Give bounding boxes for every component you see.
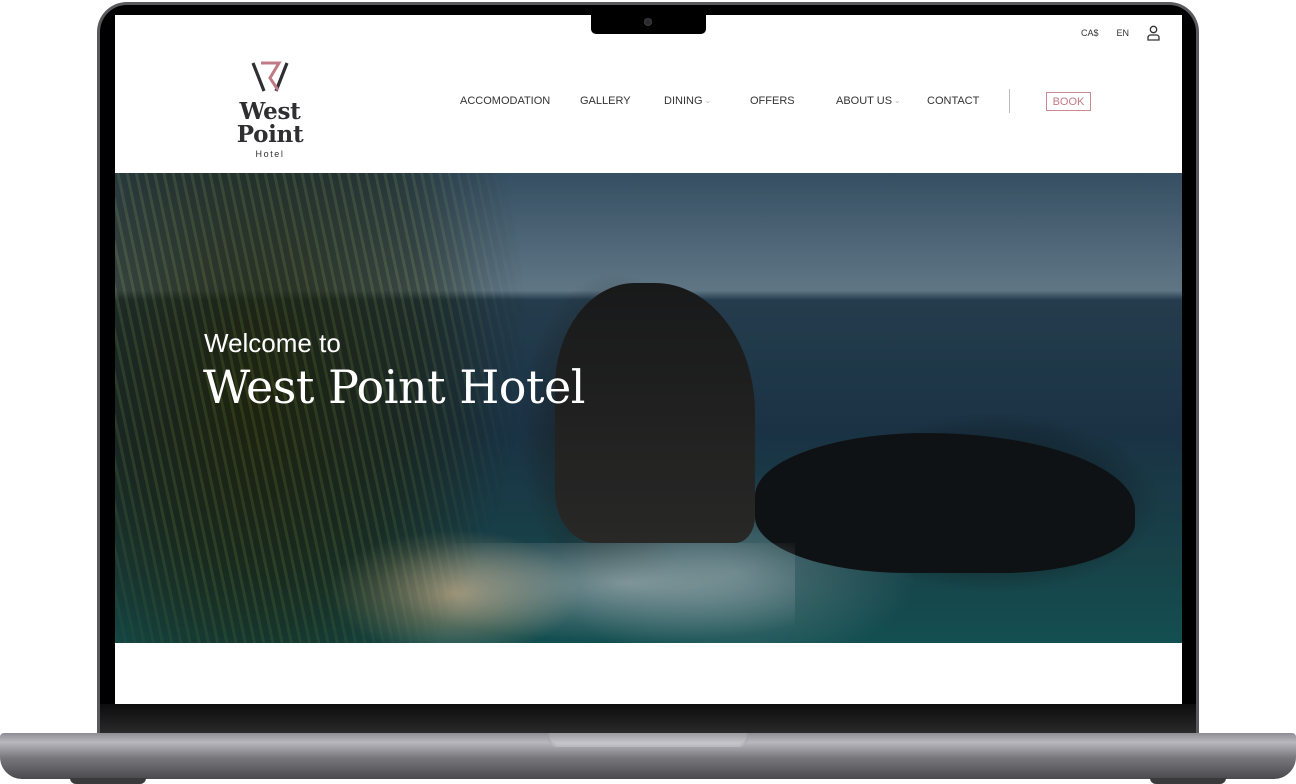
language-selector[interactable]: EN bbox=[1116, 28, 1129, 38]
nav-item-dining[interactable]: DINING ⌄ bbox=[664, 95, 711, 107]
laptop-opening-notch bbox=[548, 733, 748, 747]
nav-item-label: ABOUT US bbox=[836, 95, 893, 107]
user-icon[interactable] bbox=[1147, 25, 1160, 41]
camera-icon bbox=[644, 18, 652, 26]
nav-item-contact[interactable]: CONTACT bbox=[927, 95, 979, 107]
laptop-foot-right bbox=[1150, 778, 1226, 784]
logo-mark-icon bbox=[251, 61, 289, 92]
laptop-bezel-chin bbox=[100, 704, 1196, 734]
laptop-foot-left bbox=[70, 778, 146, 784]
utility-bar: CA$ EN bbox=[1081, 25, 1160, 41]
nav-divider bbox=[1009, 89, 1010, 113]
nav-item-label: ACCOMODATION bbox=[460, 95, 551, 107]
browser-viewport: CA$ EN West Point Hotel ACCOMODATION GAL… bbox=[115, 15, 1182, 704]
hero-welcome-text: Welcome to bbox=[204, 328, 341, 358]
nav-item-about-us[interactable]: ABOUT US ⌄ bbox=[836, 95, 901, 107]
camera-notch bbox=[591, 13, 706, 34]
nav-item-gallery[interactable]: GALLERY bbox=[580, 95, 631, 107]
book-button[interactable]: BOOK bbox=[1046, 92, 1091, 111]
chevron-down-icon: ⌄ bbox=[894, 95, 901, 105]
nav-item-label: CONTACT bbox=[927, 95, 980, 107]
nav-item-label: OFFERS bbox=[750, 95, 795, 107]
currency-selector[interactable]: CA$ bbox=[1081, 28, 1099, 38]
chevron-down-icon: ⌄ bbox=[704, 95, 712, 105]
nav-item-accomodation[interactable]: ACCOMODATION bbox=[460, 95, 550, 107]
nav-item-label: DINING bbox=[664, 95, 703, 107]
nav-item-label: GALLERY bbox=[580, 95, 631, 107]
brand-subtitle: Hotel bbox=[255, 149, 285, 159]
hero-banner: Welcome to West Point Hotel bbox=[115, 173, 1182, 643]
brand-logo[interactable]: West Point Hotel bbox=[203, 60, 337, 159]
main-nav: ACCOMODATION GALLERY DINING ⌄ OFFERS ABO… bbox=[115, 95, 1182, 109]
hero-title: West Point Hotel bbox=[203, 360, 585, 414]
nav-item-offers[interactable]: OFFERS bbox=[750, 95, 795, 107]
